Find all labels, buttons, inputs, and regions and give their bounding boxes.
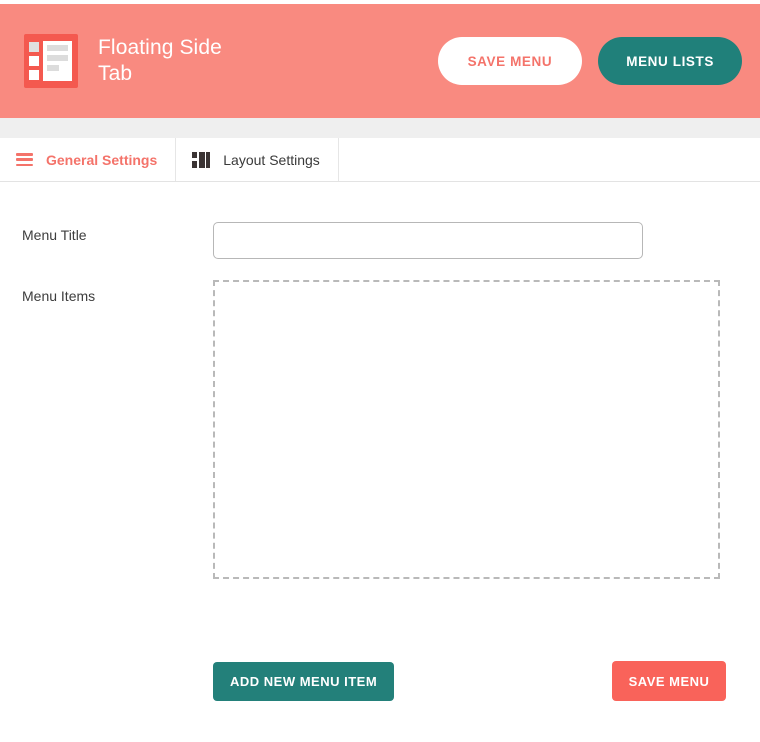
logo-square-2 [29, 56, 39, 66]
logo-line-3 [47, 65, 60, 71]
tab-general-settings-label: General Settings [46, 151, 158, 168]
menu-items-row: Menu Items [0, 259, 760, 579]
menu-items-dropzone[interactable] [213, 280, 720, 579]
app-header: Floating Side Tab SAVE MENU MENU LISTS [0, 4, 760, 118]
tab-general-settings[interactable]: General Settings [0, 138, 177, 181]
logo-panel [43, 41, 72, 81]
save-menu-button[interactable]: SAVE MENU [611, 661, 727, 701]
layout-grid-icon [192, 151, 211, 168]
settings-form: Menu Title Menu Items ADD NEW MENU ITEM … [0, 182, 760, 742]
page-title: Floating Side Tab [98, 36, 222, 85]
menu-title-row: Menu Title [0, 182, 760, 259]
settings-tabs: General Settings Layout Settings [0, 138, 760, 182]
logo-square-3 [29, 70, 39, 80]
logo-left-column [29, 41, 39, 81]
logo-line-2 [47, 55, 68, 61]
menu-title-input[interactable] [213, 222, 643, 259]
brand: Floating Side Tab [24, 34, 248, 88]
hamburger-icon [16, 153, 33, 166]
header-actions: SAVE MENU MENU LISTS [437, 37, 742, 85]
tab-layout-settings[interactable]: Layout Settings [176, 138, 339, 181]
menu-title-label: Menu Title [22, 227, 87, 243]
logo-square-1 [29, 42, 39, 52]
menu-items-label: Menu Items [22, 288, 96, 304]
side-tab-logo-icon [24, 34, 78, 88]
tab-layout-settings-label: Layout Settings [223, 151, 320, 168]
logo-line-1 [47, 45, 68, 51]
add-new-menu-item-button[interactable]: ADD NEW MENU ITEM [213, 661, 395, 701]
menu-lists-button[interactable]: MENU LISTS [598, 37, 742, 85]
header-separator-band [0, 118, 760, 138]
header-save-menu-button[interactable]: SAVE MENU [437, 37, 583, 85]
